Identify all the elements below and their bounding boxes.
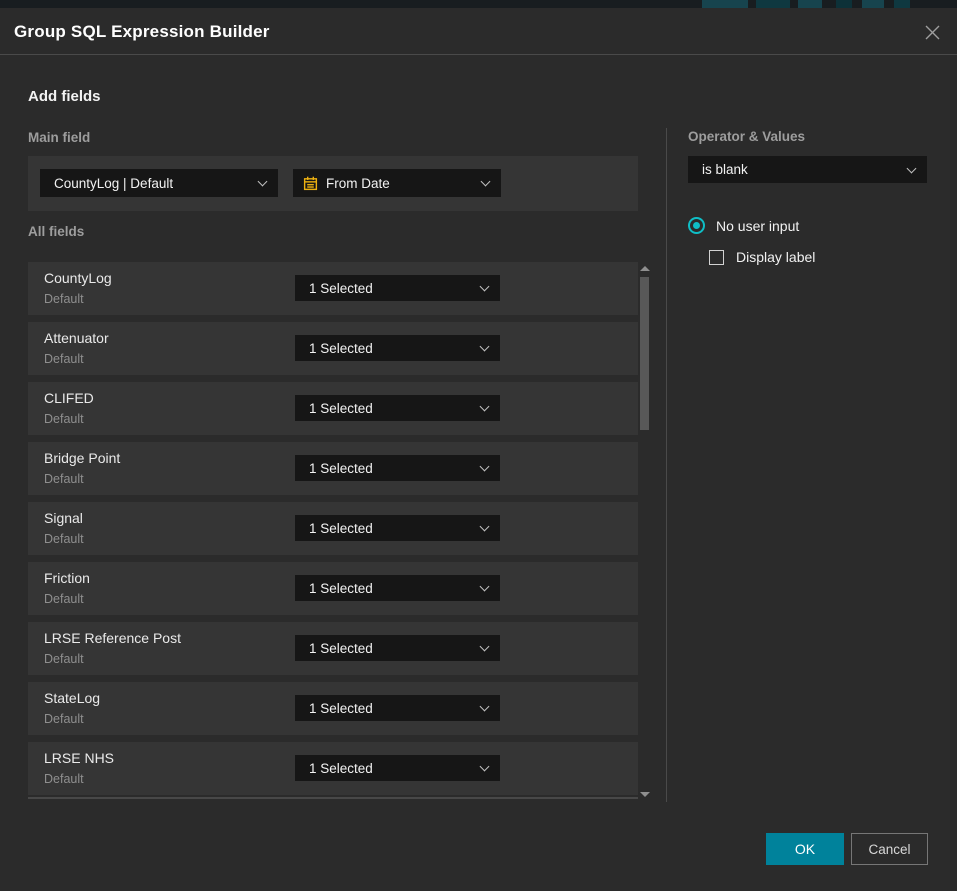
all-fields-label: All fields — [28, 224, 84, 239]
field-row: LRSE Reference Post Default 1 Selected — [28, 622, 638, 675]
selected-count-value: 1 Selected — [295, 461, 373, 476]
field-row: StateLog Default 1 Selected — [28, 682, 638, 735]
chevron-down-icon — [258, 177, 268, 187]
close-button[interactable] — [920, 20, 944, 44]
field-row: Attenuator Default 1 Selected — [28, 322, 638, 375]
field-name: LRSE NHS — [44, 750, 114, 766]
backdrop-fragment — [894, 0, 910, 8]
chevron-down-icon — [480, 582, 490, 592]
backdrop-fragment — [798, 0, 822, 8]
operator-select[interactable]: is blank — [688, 156, 927, 183]
field-selected-dropdown[interactable]: 1 Selected — [295, 635, 500, 661]
chevron-down-icon — [480, 402, 490, 412]
vertical-divider — [666, 128, 667, 802]
field-selected-dropdown[interactable]: 1 Selected — [295, 455, 500, 481]
field-name: StateLog — [44, 690, 100, 706]
field-selected-dropdown[interactable]: 1 Selected — [295, 575, 500, 601]
layer-select-value: CountyLog | Default — [40, 176, 173, 191]
field-name: Signal — [44, 510, 83, 526]
field-selected-dropdown[interactable]: 1 Selected — [295, 335, 500, 361]
selected-count-value: 1 Selected — [295, 761, 373, 776]
field-sublabel: Default — [44, 592, 84, 606]
all-fields-list: CountyLog Default 1 Selected Attenuator … — [28, 262, 638, 802]
radio-selected-icon — [688, 217, 705, 234]
selected-count-value: 1 Selected — [295, 581, 373, 596]
selected-count-value: 1 Selected — [295, 401, 373, 416]
group-sql-expression-builder-dialog: Group SQL Expression Builder Add fields … — [0, 8, 957, 891]
partially-scrolled-row — [28, 797, 638, 799]
backdrop-fragment — [756, 0, 790, 8]
display-label-label: Display label — [736, 249, 815, 265]
field-row: Signal Default 1 Selected — [28, 502, 638, 555]
main-field-layer-select[interactable]: CountyLog | Default — [40, 169, 278, 197]
display-label-checkbox[interactable]: Display label — [709, 249, 815, 265]
chevron-down-icon — [480, 762, 490, 772]
operator-select-value: is blank — [688, 162, 748, 177]
chevron-down-icon — [480, 282, 490, 292]
field-name: CLIFED — [44, 390, 94, 406]
field-selected-dropdown[interactable]: 1 Selected — [295, 515, 500, 541]
field-selected-dropdown[interactable]: 1 Selected — [295, 275, 500, 301]
cancel-button[interactable]: Cancel — [851, 833, 928, 865]
ok-button[interactable]: OK — [766, 833, 844, 865]
field-row: CLIFED Default 1 Selected — [28, 382, 638, 435]
close-icon — [924, 24, 941, 41]
main-field-panel: CountyLog | Default From Date — [28, 156, 638, 211]
field-selected-dropdown[interactable]: 1 Selected — [295, 695, 500, 721]
field-sublabel: Default — [44, 652, 84, 666]
add-fields-heading: Add fields — [28, 88, 101, 105]
field-selected-dropdown[interactable]: 1 Selected — [295, 755, 500, 781]
field-name: Friction — [44, 570, 90, 586]
field-row: LRSE NHS Default 1 Selected — [28, 742, 638, 795]
backdrop-fragment — [702, 0, 748, 8]
field-select-value: From Date — [318, 176, 390, 191]
field-name: Attenuator — [44, 330, 109, 346]
chevron-down-icon — [480, 642, 490, 652]
no-user-input-label: No user input — [716, 218, 799, 234]
dialog-titlebar: Group SQL Expression Builder — [0, 8, 957, 55]
scrollbar-down-arrow-icon[interactable] — [640, 792, 650, 797]
operator-values-label: Operator & Values — [688, 129, 805, 144]
selected-count-value: 1 Selected — [295, 341, 373, 356]
field-name: CountyLog — [44, 270, 112, 286]
field-row: CountyLog Default 1 Selected — [28, 262, 638, 315]
field-sublabel: Default — [44, 292, 84, 306]
field-row: Bridge Point Default 1 Selected — [28, 442, 638, 495]
backdrop-fragment — [836, 0, 852, 8]
chevron-down-icon — [480, 702, 490, 712]
chevron-down-icon — [480, 522, 490, 532]
field-sublabel: Default — [44, 412, 84, 426]
field-row: Friction Default 1 Selected — [28, 562, 638, 615]
main-field-field-select[interactable]: From Date — [293, 169, 501, 197]
chevron-down-icon — [481, 177, 491, 187]
field-name: Bridge Point — [44, 450, 120, 466]
selected-count-value: 1 Selected — [295, 701, 373, 716]
selected-count-value: 1 Selected — [295, 281, 373, 296]
field-sublabel: Default — [44, 472, 84, 486]
chevron-down-icon — [480, 462, 490, 472]
scrollbar-thumb[interactable] — [640, 277, 649, 430]
field-sublabel: Default — [44, 772, 84, 786]
field-sublabel: Default — [44, 712, 84, 726]
calendar-icon — [303, 176, 318, 191]
chevron-down-icon — [907, 163, 917, 173]
field-selected-dropdown[interactable]: 1 Selected — [295, 395, 500, 421]
no-user-input-radio[interactable]: No user input — [688, 217, 799, 234]
selected-count-value: 1 Selected — [295, 521, 373, 536]
selected-count-value: 1 Selected — [295, 641, 373, 656]
main-field-label: Main field — [28, 130, 90, 145]
field-sublabel: Default — [44, 352, 84, 366]
dialog-title: Group SQL Expression Builder — [14, 8, 270, 55]
chevron-down-icon — [480, 342, 490, 352]
field-sublabel: Default — [44, 532, 84, 546]
field-name: LRSE Reference Post — [44, 630, 181, 646]
scrollbar-up-arrow-icon[interactable] — [640, 266, 650, 271]
checkbox-unchecked-icon — [709, 250, 724, 265]
backdrop-app-strip — [0, 0, 957, 8]
backdrop-fragment — [862, 0, 884, 8]
